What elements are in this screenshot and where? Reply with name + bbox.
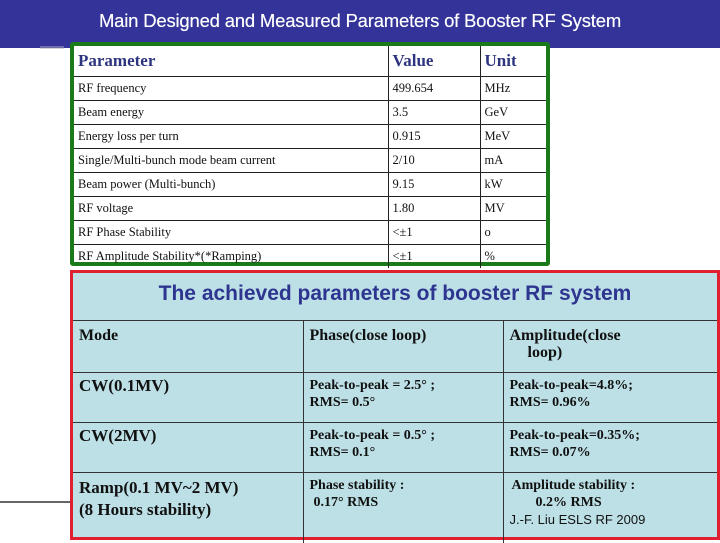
table-row: Beam power (Multi-bunch) 9.15 kW	[74, 172, 546, 197]
amplitude-line1: Amplitude stability :	[511, 478, 636, 493]
mode-cell: Ramp(0.1 MV~2 MV) (8 Hours stability)	[73, 472, 303, 543]
mode-text: CW(0.1MV)	[79, 376, 170, 395]
parameter-cell: RF Phase Stability	[74, 220, 388, 245]
amplitude-line2: 0.2% RMS	[535, 495, 602, 510]
title-bar: Main Designed and Measured Parameters of…	[0, 0, 720, 48]
slide-title: Main Designed and Measured Parameters of…	[98, 10, 622, 31]
value-cell: <±1	[387, 244, 480, 268]
column-header-parameter: Parameter	[74, 46, 388, 77]
mode-line1: Ramp(0.1 MV~2 MV)	[79, 478, 239, 497]
unit-cell: mA	[479, 148, 546, 173]
phase-line1: Peak-to-peak = 2.5° ;	[309, 378, 436, 393]
mode-header-text: Mode	[79, 327, 119, 344]
column-header-amplitude: Amplitude(close loop)	[502, 320, 717, 373]
mode-cell: CW(2MV)	[73, 422, 303, 473]
logo-mark	[40, 46, 64, 49]
unit-cell: MV	[479, 196, 546, 221]
mode-line2: (8 Hours stability)	[79, 500, 212, 519]
mode-cell: CW(0.1MV)	[73, 372, 303, 423]
amplitude-line1: Peak-to-peak=4.8%;	[509, 378, 633, 393]
value-cell: <±1	[387, 220, 480, 245]
value-cell: 2/10	[387, 148, 480, 173]
designed-parameters-table: Parameter Value Unit RF frequency 499.65…	[74, 46, 546, 268]
table-row: Ramp(0.1 MV~2 MV) (8 Hours stability) Ph…	[73, 472, 717, 543]
phase-cell: Peak-to-peak = 0.5° ; RMS= 0.1°	[302, 422, 503, 473]
parameter-cell: RF voltage	[74, 196, 388, 221]
phase-cell: Peak-to-peak = 2.5° ; RMS= 0.5°	[302, 372, 503, 423]
amplitude-header-line1: Amplitude(close	[509, 327, 621, 344]
value-cell: 499.654	[387, 76, 480, 101]
table-row: Beam energy 3.5 GeV	[74, 100, 546, 125]
parameter-cell: RF Amplitude Stability*(*Ramping)	[78, 248, 262, 263]
phase-line2: 0.17° RMS	[313, 495, 379, 510]
divider-line	[0, 501, 72, 503]
unit-cell: kW	[479, 172, 546, 197]
phase-cell: Phase stability : 0.17° RMS	[302, 472, 503, 543]
amplitude-cell: Peak-to-peak=4.8%; RMS= 0.96%	[502, 372, 717, 423]
designed-parameters-table-frame: Parameter Value Unit RF frequency 499.65…	[70, 42, 550, 268]
phase-line1: Phase stability :	[309, 478, 405, 493]
value-cell: 0.915	[387, 124, 480, 149]
column-header-phase: Phase(close loop)	[302, 320, 503, 373]
amplitude-line1: Peak-to-peak=0.35%;	[509, 428, 640, 443]
achieved-parameters-panel: The achieved parameters of booster RF sy…	[70, 270, 720, 543]
achieved-parameters-title: The achieved parameters of booster RF sy…	[73, 273, 717, 321]
parameter-cell: Single/Multi-bunch mode beam current	[74, 148, 388, 173]
column-header-unit: Unit	[479, 46, 546, 77]
amplitude-line2: RMS= 0.07%	[509, 445, 591, 460]
table-row: Single/Multi-bunch mode beam current 2/1…	[74, 148, 546, 173]
value-cell: 9.15	[387, 172, 480, 197]
table-row: RF frequency 499.654 MHz	[74, 76, 546, 101]
unit-cell: MHz	[479, 76, 546, 101]
unit-cell: %	[479, 244, 546, 268]
column-header-mode: Mode	[73, 320, 303, 373]
phase-line2: RMS= 0.1°	[309, 445, 376, 460]
table-row: RF Amplitude Stability*(*Ramping) <±1 %	[74, 244, 546, 268]
table-header-row: Mode Phase(close loop) Amplitude(close l…	[73, 320, 717, 373]
achieved-parameters-table: Mode Phase(close loop) Amplitude(close l…	[73, 320, 717, 543]
amplitude-cell: Amplitude stability : 0.2% RMS J.-F. Liu…	[502, 472, 717, 543]
unit-cell: o	[479, 220, 546, 245]
unit-cell: GeV	[479, 100, 546, 125]
unit-cell: MeV	[479, 124, 546, 149]
value-cell: 3.5	[387, 100, 480, 125]
column-header-value: Value	[387, 46, 480, 77]
parameter-cell: Energy loss per turn	[74, 124, 388, 149]
amplitude-cell: Peak-to-peak=0.35%; RMS= 0.07%	[502, 422, 717, 473]
table-row: RF voltage 1.80 MV	[74, 196, 546, 221]
phase-line1: Peak-to-peak = 0.5° ;	[309, 428, 436, 443]
phase-line2: RMS= 0.5°	[309, 395, 376, 410]
parameter-cell: Beam power (Multi-bunch)	[74, 172, 388, 197]
phase-header-text: Phase(close loop)	[309, 327, 427, 344]
table-row: Energy loss per turn 0.915 MeV	[74, 124, 546, 149]
credit-text: J.-F. Liu ESLS RF 2009	[509, 512, 646, 527]
table-row: RF Phase Stability <±1 o	[74, 220, 546, 245]
parameter-cell: Beam energy	[74, 100, 388, 125]
table-row: CW(2MV) Peak-to-peak = 0.5° ; RMS= 0.1° …	[73, 422, 717, 473]
table-row: CW(0.1MV) Peak-to-peak = 2.5° ; RMS= 0.5…	[73, 372, 717, 423]
table-header-row: Parameter Value Unit	[74, 46, 546, 77]
amplitude-line2: RMS= 0.96%	[509, 395, 591, 410]
mode-text: CW(2MV)	[79, 426, 157, 445]
parameter-cell: RF frequency	[74, 76, 388, 101]
value-cell: 1.80	[387, 196, 480, 221]
amplitude-header-line2: loop)	[527, 344, 563, 361]
